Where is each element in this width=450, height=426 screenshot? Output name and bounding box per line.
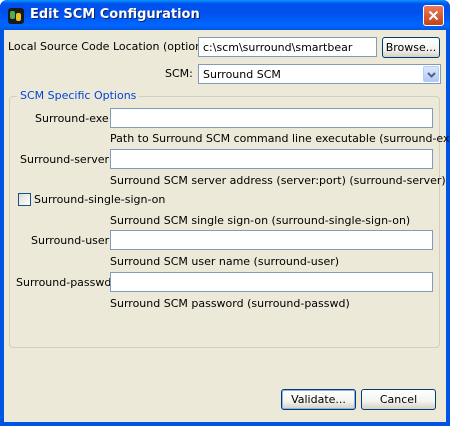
window-title: Edit SCM Configuration [30,7,200,22]
surround-sso-label[interactable]: Surround-single-sign-on [34,193,165,206]
surround-user-input[interactable] [110,230,433,250]
scm-label: SCM: [165,67,193,80]
scm-select-value: Surround SCM [203,68,281,81]
scm-select[interactable]: Surround SCM [198,64,441,84]
surround-server-label: Surround-server: [20,153,113,166]
browse-button[interactable]: Browse... [382,37,440,58]
dialog-body: Local Source Code Location (optional): B… [4,30,450,422]
close-icon [428,10,439,21]
validate-button[interactable]: Validate... [281,389,356,410]
surround-exe-input[interactable] [110,108,433,128]
app-icon [8,8,24,24]
surround-passwd-label: Surround-passwd: [16,276,116,289]
surround-sso-checkbox[interactable] [18,193,31,206]
surround-user-help: Surround SCM user name (surround-user) [110,255,340,268]
surround-passwd-help: Surround SCM password (surround-passwd) [110,297,350,310]
close-button[interactable] [423,5,444,26]
surround-server-input[interactable] [110,149,433,169]
dialog-window: Edit SCM Configuration Local Source Code… [0,0,450,426]
group-title: SCM Specific Options [17,89,140,102]
location-input[interactable] [198,37,377,57]
surround-exe-label: Surround-exe: [35,112,113,125]
surround-server-help: Surround SCM server address (server:port… [110,174,446,187]
surround-sso-help: Surround SCM single sign-on (surround-si… [110,214,411,227]
chevron-down-icon [427,72,436,78]
location-label: Local Source Code Location (optional): [8,40,220,53]
title-bar[interactable]: Edit SCM Configuration [0,0,450,30]
surround-user-label: Surround-user: [31,234,113,247]
surround-exe-help: Path to Surround SCM command line execut… [110,132,450,145]
cancel-button[interactable]: Cancel [361,389,436,410]
surround-passwd-input[interactable] [110,272,433,292]
scm-dropdown-button[interactable] [423,66,439,82]
